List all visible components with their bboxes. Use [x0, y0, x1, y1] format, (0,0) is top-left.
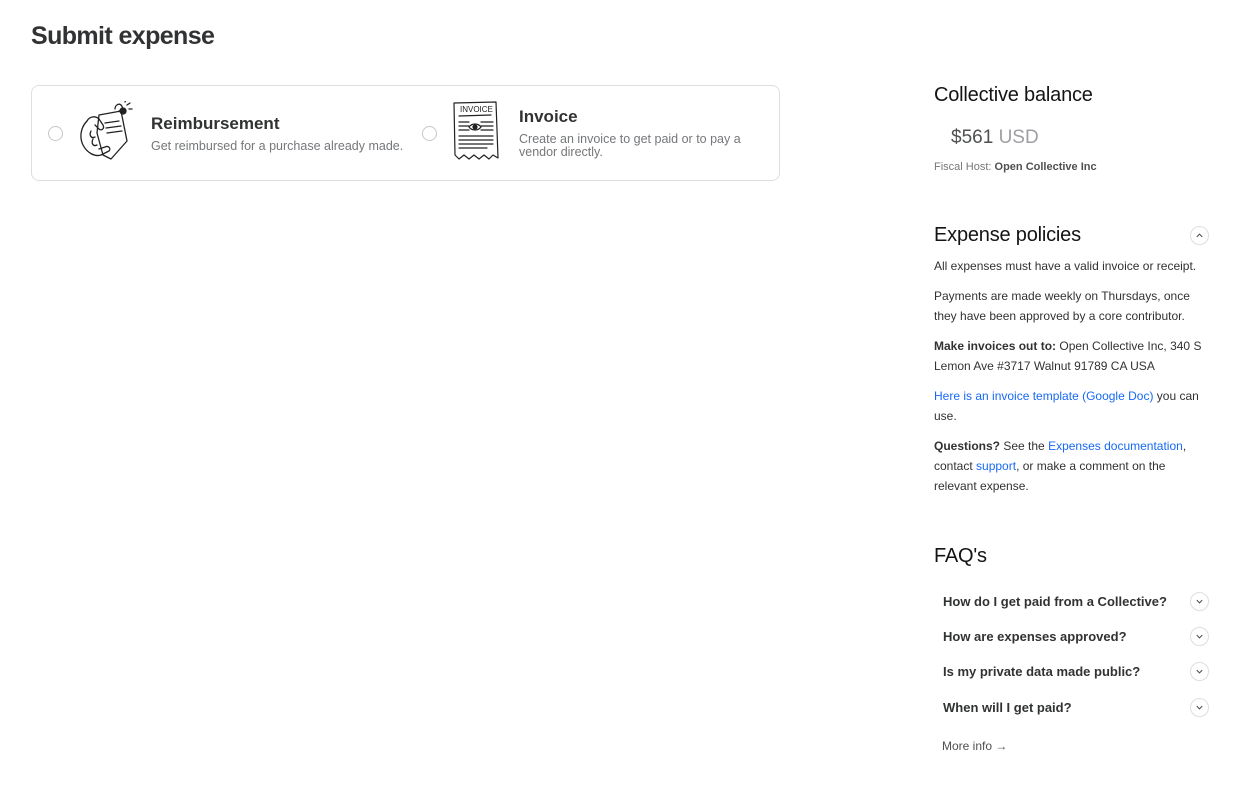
policy-paragraph: Payments are made weekly on Thursdays, o… [934, 289, 1190, 323]
faq-item[interactable]: How do I get paid from a Collective? [934, 589, 1210, 613]
invoice-title: Invoice [519, 107, 578, 126]
page-title: Submit expense [31, 22, 215, 50]
reimbursement-description: Get reimbursed for a purchase already ma… [151, 138, 404, 153]
invoice-illustration-text: INVOICE [460, 105, 493, 114]
policy-bold: Make invoices out to: [934, 339, 1057, 353]
chevron-down-icon[interactable] [1190, 626, 1209, 646]
faq-question: How are expenses approved? [943, 628, 1127, 644]
reimbursement-title: Reimbursement [151, 113, 280, 133]
invoice-description: Create an invoice to get paid or to pay … [519, 132, 741, 159]
faq-question: When will I get paid? [943, 699, 1072, 715]
more-info-link[interactable]: More info → [942, 739, 1007, 753]
policy-paragraph: Make invoices out to: Open Collective In… [934, 336, 1204, 376]
receipt-hand-icon [77, 98, 133, 166]
invoice-radio[interactable] [422, 125, 437, 141]
faq-question: How do I get paid from a Collective? [943, 593, 1167, 609]
policy-paragraph: All expenses must have a valid invoice o… [934, 259, 1197, 273]
faq-item[interactable]: How are expenses approved? [934, 624, 1210, 648]
policy-bold: Questions? [934, 439, 1001, 453]
invoice-document-icon: INVOICE [451, 100, 501, 167]
chevron-up-icon [1196, 233, 1203, 238]
fiscal-host-label: Fiscal Host: [934, 161, 992, 173]
fiscal-host-name: Open Collective Inc [994, 161, 1097, 173]
policy-paragraph: Here is an invoice template (Google Doc)… [934, 386, 1204, 426]
reimbursement-radio[interactable] [48, 125, 63, 141]
balance-amount: $561 USD [951, 127, 1039, 149]
faq-question: Is my private data made public? [943, 663, 1141, 679]
balance-value: $561 [951, 127, 994, 148]
balance-title: Collective balance [934, 84, 1093, 106]
fiscal-host: Fiscal Host: Open Collective Inc [934, 161, 1097, 173]
faq-item[interactable]: Is my private data made public? [934, 659, 1210, 683]
expense-type-invoice[interactable]: INVOICE Invoice Create an invoice to get… [406, 86, 780, 180]
expense-policies: All expenses must have a valid invoice o… [934, 256, 1204, 506]
faq-title: FAQ's [934, 545, 987, 567]
invoice-template-link[interactable]: Here is an invoice template (Google Doc) [934, 389, 1153, 403]
policy-paragraph: Questions? See the Expenses documentatio… [934, 436, 1204, 496]
expense-type-picker: Reimbursement Get reimbursed for a purch… [31, 85, 780, 181]
chevron-down-icon[interactable] [1190, 661, 1209, 681]
chevron-down-icon[interactable] [1190, 591, 1209, 611]
chevron-down-icon[interactable] [1190, 697, 1209, 717]
expenses-documentation-link[interactable]: Expenses documentation [1048, 439, 1183, 453]
expense-type-reimbursement[interactable]: Reimbursement Get reimbursed for a purch… [32, 86, 406, 180]
support-link[interactable]: support [976, 459, 1016, 473]
balance-currency: USD [998, 127, 1039, 148]
faq-item[interactable]: When will I get paid? [934, 695, 1210, 719]
collapse-policies-button[interactable] [1190, 226, 1209, 245]
policy-text: See the [1000, 439, 1049, 453]
policies-title: Expense policies [934, 224, 1081, 246]
